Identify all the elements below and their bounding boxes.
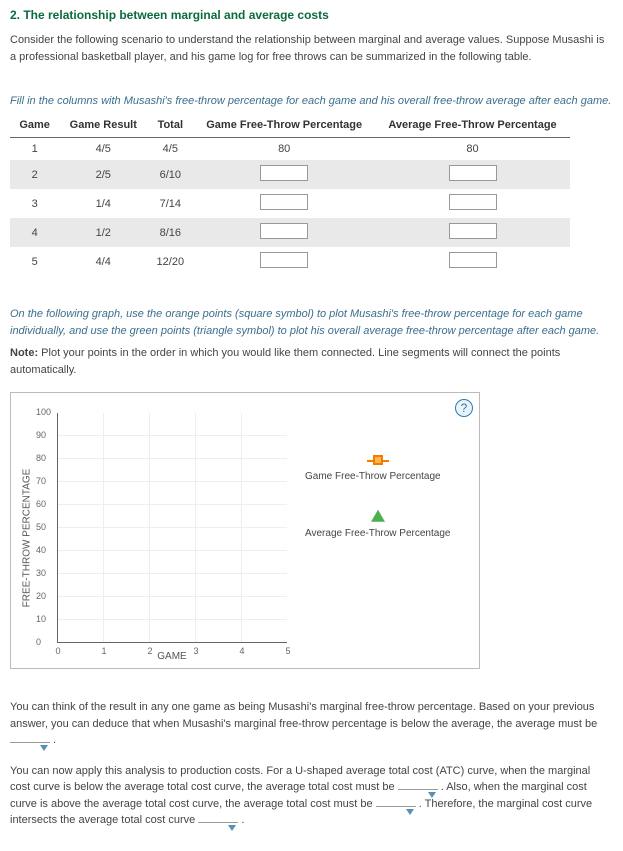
y-tick: 60: [36, 499, 46, 509]
y-tick: 50: [36, 522, 46, 532]
table-row: 54/412/20: [10, 247, 570, 276]
cell: 4/5: [147, 138, 193, 161]
y-tick: 10: [36, 614, 46, 624]
y-axis-label: FREE-THROW PERCENTAGE: [22, 468, 33, 607]
cell: 8/16: [147, 218, 193, 247]
intro-paragraph: Consider the following scenario to under…: [10, 32, 613, 65]
note-line: Note: Plot your points in the order in w…: [10, 345, 613, 378]
triangle-icon: [371, 510, 385, 522]
x-axis-label: GAME: [57, 651, 287, 662]
y-tick: 40: [36, 545, 46, 555]
table-row: 31/47/14: [10, 189, 570, 218]
answer-input[interactable]: [260, 194, 308, 210]
application-paragraph: You can now apply this analysis to produ…: [10, 763, 613, 829]
plot-area[interactable]: FREE-THROW PERCENTAGE 010203040506070809…: [57, 413, 287, 662]
cell: 1/4: [59, 189, 147, 218]
y-tick: 100: [36, 407, 51, 417]
cell: 80: [193, 138, 375, 161]
y-tick: 20: [36, 591, 46, 601]
answer-input[interactable]: [449, 223, 497, 239]
cell: [375, 218, 570, 247]
y-tick: 80: [36, 453, 46, 463]
answer-input[interactable]: [260, 165, 308, 181]
cell: 2/5: [59, 160, 147, 189]
cell: [193, 218, 375, 247]
cell: [375, 189, 570, 218]
help-icon[interactable]: ?: [455, 399, 473, 417]
table-row: 22/56/10: [10, 160, 570, 189]
table-row: 14/54/58080: [10, 138, 570, 161]
legend-avg-pct[interactable]: Average Free-Throw Percentage: [305, 510, 450, 539]
cell: 4/5: [59, 138, 147, 161]
free-throw-table: Game Game Result Total Game Free-Throw P…: [10, 113, 570, 276]
x-tick: 4: [239, 646, 244, 656]
col-total: Total: [147, 113, 193, 138]
question-title: 2. The relationship between marginal and…: [10, 8, 613, 22]
answer-input[interactable]: [260, 223, 308, 239]
note-label: Note:: [10, 347, 38, 359]
x-tick: 3: [193, 646, 198, 656]
deduction-paragraph: You can think of the result in any one g…: [10, 699, 613, 749]
cell: [193, 160, 375, 189]
legend-game-pct[interactable]: Game Free-Throw Percentage: [305, 453, 450, 482]
legend-label-2: Average Free-Throw Percentage: [305, 528, 450, 539]
cell: [375, 160, 570, 189]
cell: 80: [375, 138, 570, 161]
y-tick: 90: [36, 430, 46, 440]
x-tick: 5: [285, 646, 290, 656]
dropdown-2[interactable]: [398, 789, 438, 790]
x-tick: 0: [55, 646, 60, 656]
fill-instruction: Fill in the columns with Musashi's free-…: [10, 95, 613, 107]
answer-input[interactable]: [449, 165, 497, 181]
col-game: Game: [10, 113, 59, 138]
note-text: Plot your points in the order in which y…: [10, 347, 560, 376]
table-row: 41/28/16: [10, 218, 570, 247]
x-tick: 2: [147, 646, 152, 656]
answer-input[interactable]: [260, 252, 308, 268]
dropdown-3[interactable]: [376, 806, 416, 807]
cell: 5: [10, 247, 59, 276]
y-tick: 30: [36, 568, 46, 578]
answer-input[interactable]: [449, 252, 497, 268]
dropdown-4[interactable]: [198, 822, 238, 823]
cell: 7/14: [147, 189, 193, 218]
cell: 12/20: [147, 247, 193, 276]
col-game-pct: Game Free-Throw Percentage: [193, 113, 375, 138]
cell: 4: [10, 218, 59, 247]
cell: 4/4: [59, 247, 147, 276]
cell: [193, 189, 375, 218]
col-result: Game Result: [59, 113, 147, 138]
chart-container: ? FREE-THROW PERCENTAGE 0102030405060708…: [10, 392, 480, 669]
graph-instruction: On the following graph, use the orange p…: [10, 306, 613, 339]
cell: 3: [10, 189, 59, 218]
cell: 1: [10, 138, 59, 161]
legend-label-1: Game Free-Throw Percentage: [305, 471, 441, 482]
answer-input[interactable]: [449, 194, 497, 210]
cell: 1/2: [59, 218, 147, 247]
dropdown-1[interactable]: [10, 742, 50, 743]
cell: [375, 247, 570, 276]
cell: 2: [10, 160, 59, 189]
y-tick: 70: [36, 476, 46, 486]
y-tick: 0: [36, 637, 41, 647]
cell: [193, 247, 375, 276]
x-tick: 1: [101, 646, 106, 656]
cell: 6/10: [147, 160, 193, 189]
col-avg-pct: Average Free-Throw Percentage: [375, 113, 570, 138]
square-icon: [373, 455, 383, 465]
chart-legend: Game Free-Throw Percentage Average Free-…: [287, 413, 450, 662]
